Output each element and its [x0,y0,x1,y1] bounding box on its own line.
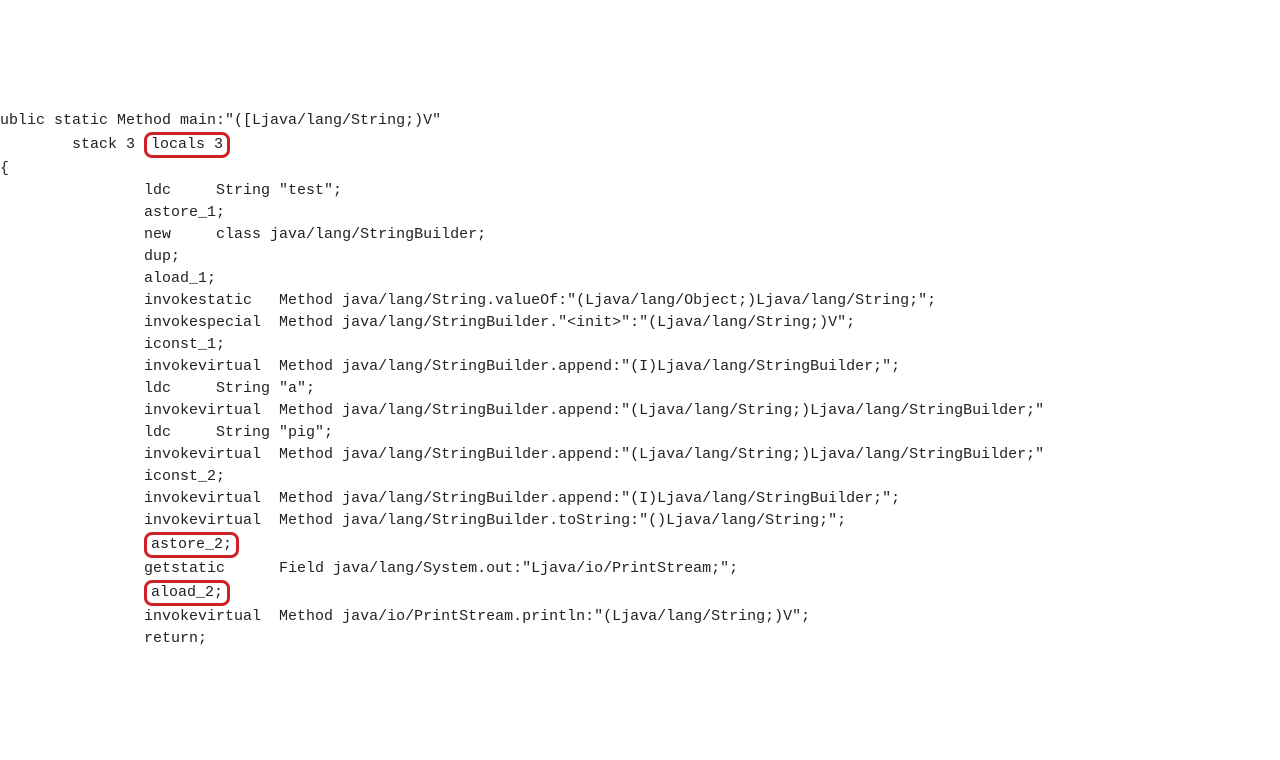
open-brace: { [0,160,9,177]
instr-invokevirtual-appendStr: invokevirtual Method java/lang/StringBui… [144,402,1044,419]
instr-aload1: aload_1; [144,270,216,287]
instr-invokespecial: invokespecial Method java/lang/StringBui… [144,314,855,331]
instr-aload2: aload_2; [151,584,223,601]
instr-invokevirtual-appendI2: invokevirtual Method java/lang/StringBui… [144,490,900,507]
instr-ldc-pig: ldc String "pig"; [144,424,333,441]
instr-iconst1: iconst_1; [144,336,225,353]
instr-invokestatic: invokestatic Method java/lang/String.val… [144,292,936,309]
instr-iconst2: iconst_2; [144,468,225,485]
instr-invokevirtual-toString: invokevirtual Method java/lang/StringBui… [144,512,846,529]
stack-prefix: stack 3 [0,136,144,153]
instr-new: new class java/lang/StringBuilder; [144,226,486,243]
instr-invokevirtual-appendStr2: invokevirtual Method java/lang/StringBui… [144,446,1044,463]
locals-highlight: locals 3 [144,132,230,158]
instr-dup: dup; [144,248,180,265]
bytecode-listing: ublic static Method main:"([Ljava/lang/S… [0,88,1280,650]
instr-astore1: astore_1; [144,204,225,221]
instr-invokevirtual-appendI: invokevirtual Method java/lang/StringBui… [144,358,900,375]
instr-astore2: astore_2; [151,536,232,553]
aload2-highlight: aload_2; [144,580,230,606]
instr-getstatic: getstatic Field java/lang/System.out:"Lj… [144,560,738,577]
instr-ldc-a: ldc String "a"; [144,380,315,397]
astore2-highlight: astore_2; [144,532,239,558]
method-signature: ublic static Method main:"([Ljava/lang/S… [0,112,441,129]
instr-ldc: ldc String "test"; [144,182,342,199]
instr-invokevirtual-println: invokevirtual Method java/io/PrintStream… [144,608,810,625]
locals-text: locals 3 [151,136,223,153]
instr-return: return; [144,630,207,647]
